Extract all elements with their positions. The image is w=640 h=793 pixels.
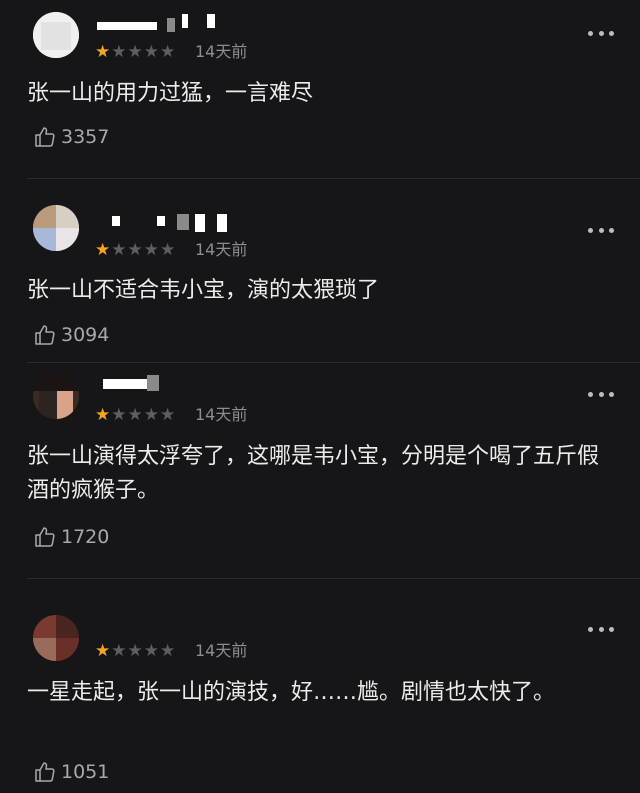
like-button[interactable]: 3357 [33,125,109,149]
like-count: 3094 [61,324,110,346]
comment-time: 14天前 [195,240,248,259]
thumbs-up-icon [35,127,55,147]
star-icon: ★ [95,42,112,62]
comment-text: 一星走起，张一山的演技，好……尴。剧情也太快了。 [27,680,556,705]
star-rating: ★★★★★ [95,42,176,62]
comment-time: 14天前 [195,42,248,61]
avatar[interactable] [33,205,79,251]
more-dots-icon[interactable] [588,626,614,632]
star-rating: ★★★★★ [95,240,176,260]
thumbs-up-icon [35,762,55,782]
avatar[interactable] [33,12,79,58]
divider [27,178,640,179]
comment-text: 张一山演得太浮夸了，这哪是韦小宝，分明是个喝了五斤假酒的疯猴子。 [27,444,600,503]
like-button[interactable]: 1051 [33,760,109,784]
star-rating: ★★★★★ [95,641,176,661]
thumbs-up-icon [35,325,55,345]
thumbs-up-icon [35,527,55,547]
comment-time: 14天前 [195,405,248,424]
star-icon: ★★★★ [111,42,177,62]
divider [27,362,640,363]
avatar[interactable] [33,615,79,661]
star-icon: ★ [95,405,112,425]
star-icon: ★ [95,641,112,661]
like-count: 1720 [61,526,110,548]
like-button[interactable]: 3094 [33,323,109,347]
comment-text: 张一山的用力过猛，一言难尽 [27,81,314,106]
more-dots-icon[interactable] [588,30,614,36]
more-dots-icon[interactable] [588,227,614,233]
comment-text: 张一山不适合韦小宝，演的太猥琐了 [27,278,380,303]
divider [27,578,640,579]
like-count: 1051 [61,761,110,783]
star-icon: ★★★★ [111,405,177,425]
avatar[interactable] [33,373,79,419]
star-icon: ★★★★ [111,240,177,260]
star-icon: ★★★★ [111,641,177,661]
star-icon: ★ [95,240,112,260]
star-rating: ★★★★★ [95,405,176,425]
more-dots-icon[interactable] [588,391,614,397]
like-count: 3357 [61,126,110,148]
comment-time: 14天前 [195,641,248,660]
like-button[interactable]: 1720 [33,525,109,549]
